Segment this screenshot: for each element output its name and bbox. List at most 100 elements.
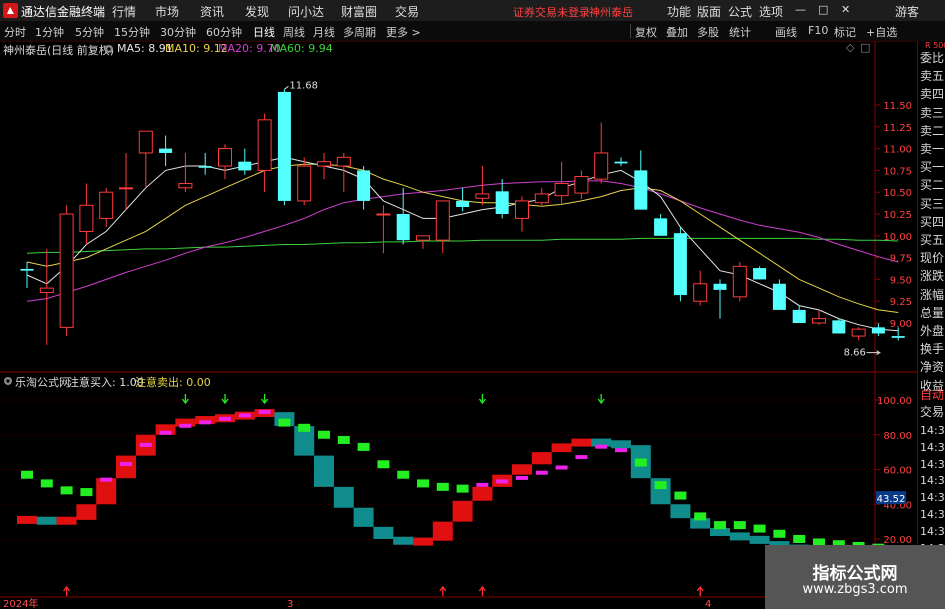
panel-trade[interactable]: 交易 (920, 403, 944, 420)
indicator-settings-icon[interactable] (3, 376, 13, 386)
candle-body-up (574, 176, 589, 194)
indicator-signal-mark (159, 430, 172, 435)
maximize-icon[interactable]: □ (818, 3, 828, 16)
trade-login-status[interactable]: 证券交易未登录 (513, 4, 590, 20)
panel-item-6[interactable]: 买一 (920, 158, 944, 175)
menu-trade[interactable]: 交易 (395, 3, 419, 20)
panel-item-11[interactable]: 现价 (920, 249, 944, 266)
indicator-signal-mark (377, 460, 390, 469)
indicator-signal-mark (120, 462, 132, 467)
sell-arrow (597, 394, 605, 405)
period-more[interactable]: 更多 > (386, 24, 421, 40)
menu-ask-xiaoda[interactable]: 问小达 (288, 3, 324, 20)
indicator-signal-mark (456, 484, 469, 493)
menu-news[interactable]: 资讯 (200, 3, 224, 20)
indicator-tick-label: 100.00 (877, 396, 912, 407)
settings-circle-icon[interactable] (104, 44, 114, 54)
candle-body-down (792, 309, 806, 323)
candle-body-up (732, 265, 747, 298)
candle-body-up (99, 191, 114, 219)
panel-item-7[interactable]: 买二 (920, 176, 944, 193)
panel-item-0[interactable]: 委比 (920, 49, 944, 66)
period-tick[interactable]: 分时 (4, 24, 26, 40)
collapse-icon[interactable]: □ (860, 41, 870, 54)
tool-adjust[interactable]: 复权 (635, 24, 657, 40)
buy-arrow (439, 585, 447, 596)
panel-item-17[interactable]: 净资 (920, 358, 944, 375)
diamond-icon[interactable]: ◇ (846, 41, 854, 54)
indicator-signal-mark (674, 491, 687, 500)
indicator-signal-mark (615, 448, 627, 453)
low-price-label: 8.66 (844, 348, 866, 359)
indicator-signal-mark (100, 477, 113, 482)
period-30min[interactable]: 30分钟 (160, 24, 196, 40)
panel-item-9[interactable]: 买四 (920, 213, 944, 230)
period-multi[interactable]: 多周期 (343, 24, 376, 40)
candle-body-down (20, 268, 34, 271)
panel-item-5[interactable]: 卖一 (920, 140, 944, 157)
candle-body-down (634, 170, 648, 210)
panel-item-10[interactable]: 买五 (920, 231, 944, 248)
menu-discover[interactable]: 发现 (245, 3, 269, 20)
indicator-signal-mark (555, 465, 568, 470)
menu-formula[interactable]: 公式 (728, 3, 752, 20)
menu-quotes[interactable]: 行情 (112, 3, 136, 20)
candle-body-up (257, 119, 272, 171)
period-60min[interactable]: 60分钟 (206, 24, 242, 40)
indicator-trend-block (36, 516, 57, 525)
candle-body-up (39, 287, 54, 293)
indicator-signal-mark (21, 470, 33, 479)
period-week[interactable]: 周线 (283, 24, 305, 40)
guest-user[interactable]: 游客 (895, 3, 919, 20)
panel-time-4: 14:39 (920, 491, 945, 505)
menu-function[interactable]: 功能 (667, 3, 691, 20)
panel-auto[interactable]: 自动 (920, 386, 944, 403)
period-5min[interactable]: 5分钟 (75, 24, 104, 40)
sell-arrow (181, 394, 189, 405)
menu-layout[interactable]: 版面 (697, 3, 721, 20)
tool-statistics[interactable]: 统计 (729, 24, 751, 40)
tool-f10[interactable]: F10 (808, 24, 828, 37)
period-1min[interactable]: 1分钟 (35, 24, 64, 40)
panel-item-16[interactable]: 换手 (920, 340, 944, 357)
panel-item-8[interactable]: 买三 (920, 195, 944, 212)
panel-item-14[interactable]: 总量 (920, 304, 944, 321)
period-month[interactable]: 月线 (313, 24, 335, 40)
indicator-trend-block (452, 500, 473, 522)
panel-item-4[interactable]: 卖二 (920, 122, 944, 139)
buy-arrow (696, 585, 704, 596)
candle-body-up (59, 213, 74, 328)
panel-item-13[interactable]: 涨幅 (920, 286, 944, 303)
tool-add-watchlist[interactable]: +自选 (866, 24, 897, 40)
panel-item-3[interactable]: 卖三 (920, 104, 944, 121)
close-icon[interactable]: ✕ (841, 3, 850, 16)
menu-options[interactable]: 选项 (759, 3, 783, 20)
candlestick-chart[interactable]: 11.68 8.66 (20, 80, 905, 359)
period-day[interactable]: 日线 (253, 24, 275, 40)
chart-area[interactable]: 11.68 8.66 11.50 11.25 11.00 10.75 10.50 10.25… (0, 41, 917, 609)
indicator-signal-mark (496, 479, 509, 484)
panel-item-12[interactable]: 涨跌 (920, 267, 944, 284)
high-price-label: 11.68 (289, 80, 318, 91)
indicator-trend-block (76, 504, 97, 520)
tool-draw-line[interactable]: 画线 (775, 24, 797, 40)
panel-item-1[interactable]: 卖五 (920, 67, 944, 84)
indicator-trend-block (531, 452, 552, 465)
minimize-icon[interactable]: — (795, 3, 806, 16)
tool-overlay[interactable]: 叠加 (666, 24, 688, 40)
price-tick-label: 11.00 (883, 145, 912, 156)
period-15min[interactable]: 15分钟 (114, 24, 150, 40)
indicator-trend-block (571, 438, 592, 447)
period-toolbar: 分时 1分钟 5分钟 15分钟 30分钟 60分钟 日线 周线 月线 多周期 更… (0, 21, 945, 42)
tool-mark[interactable]: 标记 (834, 24, 856, 40)
indicator-signal-mark (139, 442, 152, 447)
tool-multi-stock[interactable]: 多股 (697, 24, 719, 40)
panel-item-2[interactable]: 卖四 (920, 85, 944, 102)
menu-market[interactable]: 市场 (155, 3, 179, 20)
panel-item-15[interactable]: 外盘 (920, 322, 944, 339)
indicator-name: 乐淘公式网 (15, 376, 70, 389)
indicator-signal-mark (516, 475, 528, 480)
x-label-month-4: 4 (705, 599, 711, 609)
indicator-trend-block (393, 536, 414, 545)
menu-wealth-circle[interactable]: 财富圈 (341, 3, 377, 20)
